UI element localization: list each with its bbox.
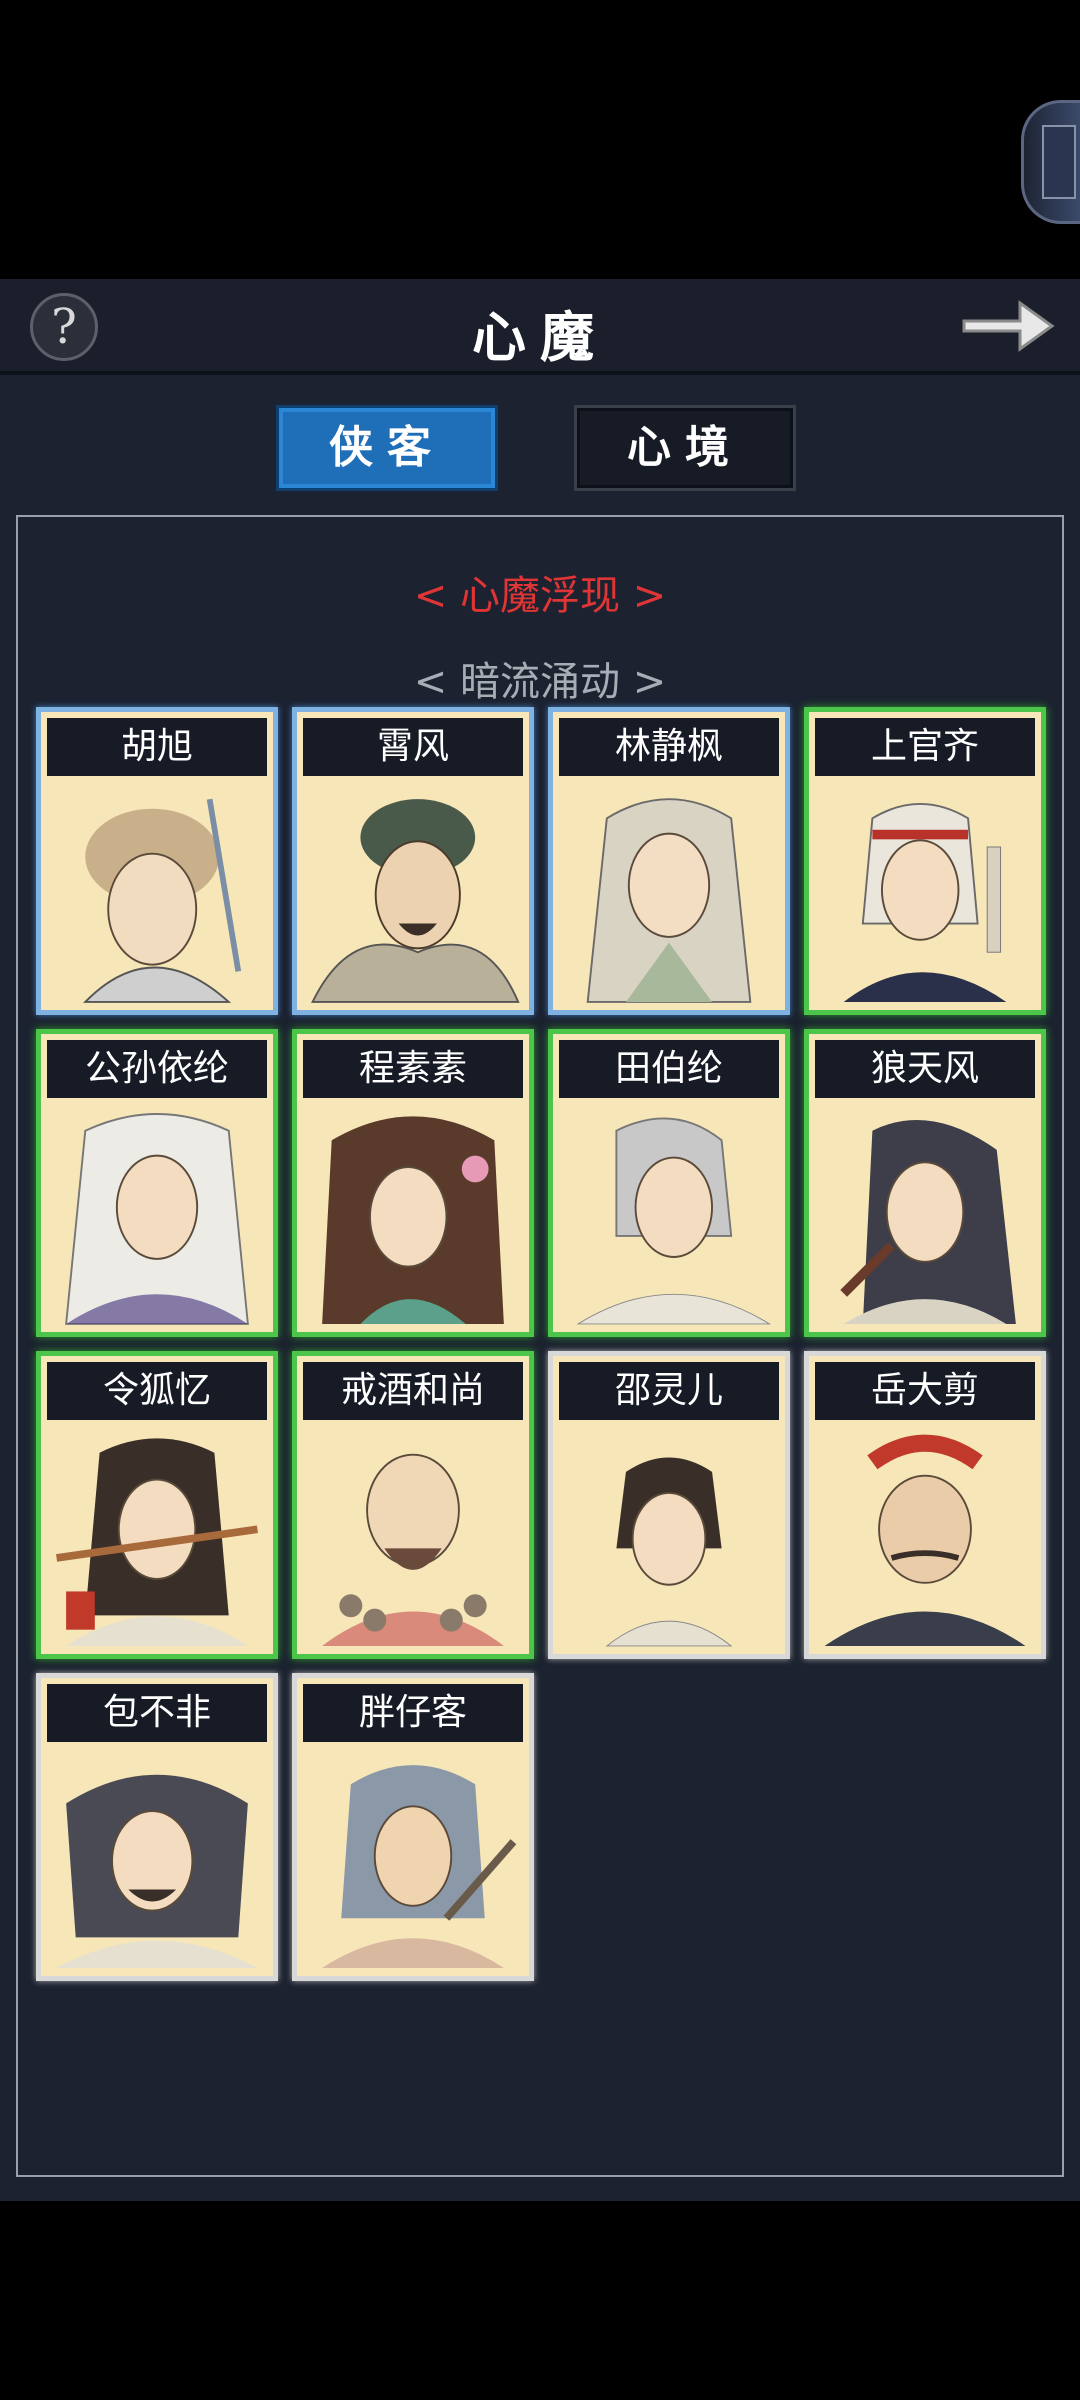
character-portrait: [303, 1422, 523, 1648]
content-box: < 心魔浮现 > < 暗流涌动 > 胡旭 霄风 林静枫 上官齐 公孙依纶 程素素…: [16, 515, 1064, 2177]
header-bar: ? 心魔: [0, 279, 1080, 375]
character-name: 林静枫: [559, 718, 779, 776]
character-portrait: [47, 1744, 267, 1970]
character-name: 胖仔客: [303, 1684, 523, 1742]
character-name: 岳大剪: [815, 1362, 1035, 1420]
character-name: 胡旭: [47, 718, 267, 776]
section-title[interactable]: < 心魔浮现 >: [18, 563, 1062, 621]
character-card[interactable]: 令狐忆: [36, 1351, 278, 1659]
character-card[interactable]: 上官齐: [804, 707, 1046, 1015]
character-card[interactable]: 田伯纶: [548, 1029, 790, 1337]
character-name: 狼天风: [815, 1040, 1035, 1098]
character-portrait: [815, 1422, 1035, 1648]
character-card[interactable]: 胡旭: [36, 707, 278, 1015]
character-card[interactable]: 戒酒和尚: [292, 1351, 534, 1659]
character-name: 公孙依纶: [47, 1040, 267, 1098]
character-card[interactable]: 林静枫: [548, 707, 790, 1015]
character-card[interactable]: 霄风: [292, 707, 534, 1015]
character-portrait: [47, 1100, 267, 1326]
corner-emblem[interactable]: [1021, 100, 1080, 224]
character-card[interactable]: 岳大剪: [804, 1351, 1046, 1659]
character-name: 上官齐: [815, 718, 1035, 776]
tab-xinjing[interactable]: 心境: [574, 405, 796, 491]
character-card[interactable]: 狼天风: [804, 1029, 1046, 1337]
character-name: 邵灵儿: [559, 1362, 779, 1420]
page-title: 心魔: [472, 305, 608, 369]
character-name: 田伯纶: [559, 1040, 779, 1098]
character-portrait: [47, 778, 267, 1004]
character-name: 包不非: [47, 1684, 267, 1742]
character-portrait: [559, 778, 779, 1004]
tab-xiake[interactable]: 侠客: [276, 405, 498, 491]
arrow-right-icon[interactable]: [958, 291, 1058, 361]
character-name: 戒酒和尚: [303, 1362, 523, 1420]
character-portrait: [303, 1100, 523, 1326]
subsection-title[interactable]: < 暗流涌动 >: [18, 649, 1062, 707]
character-card[interactable]: 包不非: [36, 1673, 278, 1981]
character-card[interactable]: 公孙依纶: [36, 1029, 278, 1337]
character-portrait: [303, 1744, 523, 1970]
character-name: 程素素: [303, 1040, 523, 1098]
character-card[interactable]: 程素素: [292, 1029, 534, 1337]
character-card[interactable]: 胖仔客: [292, 1673, 534, 1981]
character-portrait: [559, 1422, 779, 1648]
heart-demon-panel: ? 心魔 侠客 心境 < 心魔浮现 > < 暗流涌动 > 胡旭 霄风 林静枫 上…: [0, 279, 1080, 2201]
character-name: 令狐忆: [47, 1362, 267, 1420]
tab-bar: 侠客 心境: [0, 405, 1080, 495]
character-portrait: [815, 1100, 1035, 1326]
character-card[interactable]: 邵灵儿: [548, 1351, 790, 1659]
character-portrait: [815, 778, 1035, 1004]
character-portrait: [303, 778, 523, 1004]
character-portrait: [559, 1100, 779, 1326]
character-name: 霄风: [303, 718, 523, 776]
character-portrait: [47, 1422, 267, 1648]
